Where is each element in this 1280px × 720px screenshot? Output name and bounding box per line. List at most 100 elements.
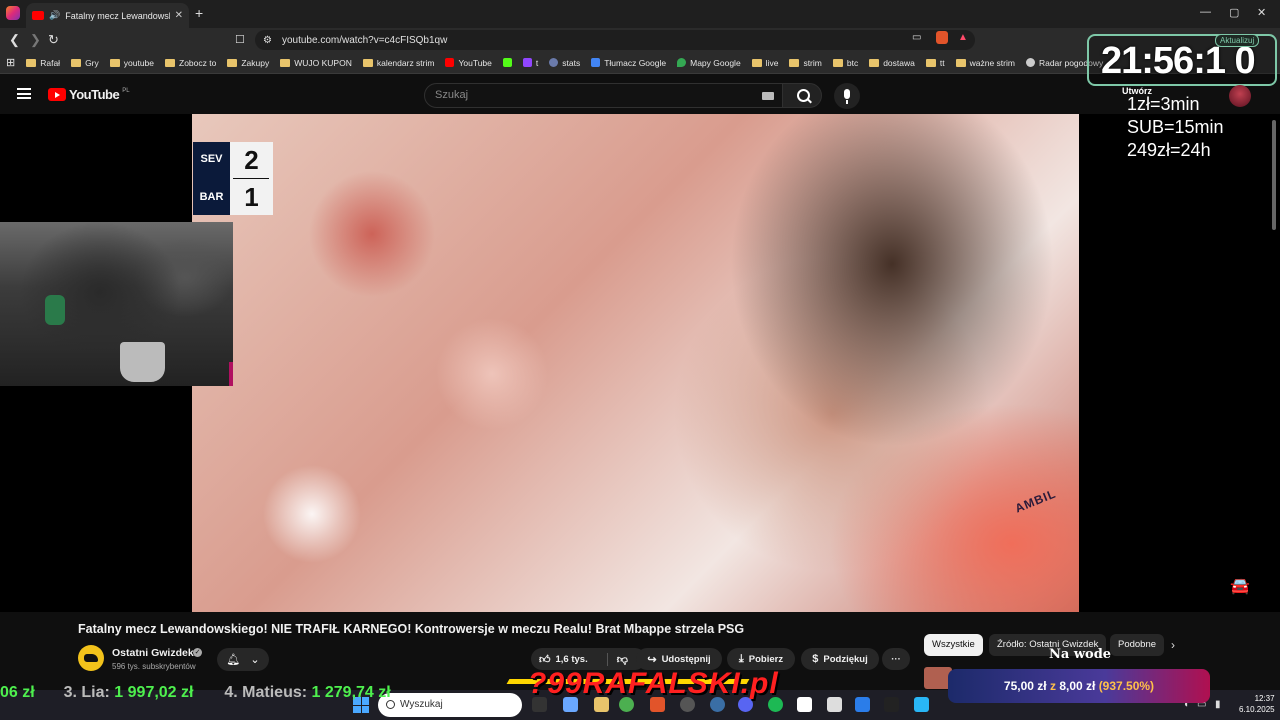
twitch-icon bbox=[522, 58, 532, 67]
site-settings-icon[interactable]: ⚙ bbox=[263, 35, 272, 46]
chip-related[interactable]: Podobne bbox=[1110, 634, 1165, 656]
rate-line: SUB=15min bbox=[1127, 117, 1224, 137]
address-bar[interactable]: ⚙ youtube.com/watch?v=c4cFISQb1qw bbox=[255, 30, 975, 50]
folder-icon bbox=[227, 58, 238, 67]
tab-title: Fatalny mecz Lewandowskiego! NIE TRAFIŁ … bbox=[65, 10, 169, 21]
ticker-value: 1 279,74 zł bbox=[311, 684, 391, 701]
folder-icon bbox=[362, 58, 373, 67]
menu-icon[interactable] bbox=[17, 88, 31, 99]
bookmark-item[interactable]: Mapy Google bbox=[677, 58, 741, 68]
bookmark-item[interactable]: Tłumacz Google bbox=[591, 58, 666, 68]
search-input[interactable]: Szukaj bbox=[424, 83, 784, 108]
brave-shield-icon[interactable] bbox=[936, 31, 948, 44]
bookmark-item[interactable] bbox=[502, 58, 512, 67]
account-avatar[interactable] bbox=[1229, 85, 1251, 107]
score-overlay: SEV BAR 2 1 bbox=[193, 142, 273, 215]
folder-icon bbox=[26, 58, 37, 67]
away-team: BAR bbox=[199, 191, 224, 203]
microphone-icon[interactable] bbox=[834, 83, 860, 109]
folder-icon bbox=[925, 58, 936, 67]
bookmark-item[interactable]: YouTube bbox=[445, 58, 492, 68]
donation-goal-bar: 75,00 zł z 8,00 zł (937.50%) bbox=[948, 669, 1210, 703]
taskbar-clock[interactable]: 12:37 6.10.2025 bbox=[1239, 693, 1275, 715]
ticker-rank: 3. bbox=[63, 684, 77, 701]
folder-icon bbox=[165, 58, 176, 67]
battery-tray-icon[interactable]: ▮ bbox=[1215, 699, 1221, 710]
rewards-icon[interactable]: ▲ bbox=[958, 32, 968, 43]
donation-amount: 75,00 zł bbox=[1003, 679, 1047, 693]
bell-icon: 🔔︎ bbox=[226, 654, 241, 666]
folder-icon bbox=[109, 58, 120, 67]
channel-name[interactable]: Ostatni Gwizdek bbox=[112, 647, 194, 659]
bookmark-item[interactable]: WUJO KUPON bbox=[280, 58, 352, 68]
bookmark-item[interactable]: Rafał bbox=[26, 58, 60, 68]
reload-icon[interactable]: ↻ bbox=[48, 32, 59, 48]
like-count[interactable]: 1,6 tys. bbox=[556, 654, 588, 665]
ticker-value: 06 zł bbox=[0, 684, 35, 701]
instagram-icon[interactable] bbox=[6, 6, 20, 20]
home-goals: 2 bbox=[244, 145, 259, 175]
bookmark-item[interactable]: youtube bbox=[109, 58, 154, 68]
app-icon[interactable] bbox=[884, 697, 899, 712]
thumbs-down-icon[interactable]: 👎︎ bbox=[606, 652, 628, 666]
radar-icon bbox=[1025, 58, 1035, 67]
bookmark-item[interactable]: t bbox=[522, 58, 538, 68]
donation-goal: 8,00 zł bbox=[1059, 679, 1096, 693]
close-window-button[interactable]: ✕ bbox=[1257, 6, 1266, 19]
channel-avatar[interactable] bbox=[78, 645, 104, 671]
update-button[interactable]: Aktualizuj bbox=[1215, 34, 1260, 47]
bookmark-page-icon[interactable]: ☐ bbox=[235, 33, 245, 46]
forward-icon[interactable]: ❯ bbox=[30, 32, 41, 48]
translate-icon bbox=[591, 58, 601, 67]
webcam-overlay bbox=[0, 222, 233, 386]
calculator-icon[interactable] bbox=[827, 697, 842, 712]
scrollbar-thumb[interactable] bbox=[1272, 120, 1276, 230]
ticker-name: Matieus: bbox=[242, 684, 308, 701]
chevron-right-icon[interactable]: › bbox=[1171, 638, 1175, 652]
thanks-icon: $ bbox=[812, 653, 819, 665]
browser-tab-active[interactable]: 🔊 Fatalny mecz Lewandowskiego! NIE TRAFI… bbox=[26, 3, 189, 28]
bookmark-item[interactable]: tt bbox=[925, 58, 945, 68]
back-icon[interactable]: ❮ bbox=[9, 32, 20, 48]
video-player[interactable]: AMBIL bbox=[192, 114, 1079, 612]
bookmark-item[interactable]: Gry bbox=[71, 58, 99, 68]
bookmark-item[interactable]: ważne strim bbox=[955, 58, 1015, 68]
notepad-icon[interactable] bbox=[914, 697, 929, 712]
subscriber-count: 596 tys. subskrybentów bbox=[112, 662, 196, 671]
more-actions-button[interactable]: ··· bbox=[882, 648, 910, 670]
minimize-button[interactable]: — bbox=[1200, 6, 1211, 18]
thanks-button[interactable]: $ Podziękuj bbox=[801, 648, 879, 670]
youtube-icon bbox=[445, 58, 455, 67]
speaker-icon[interactable]: 🔊 bbox=[49, 10, 60, 21]
new-tab-button[interactable]: + bbox=[195, 5, 203, 21]
search-button[interactable] bbox=[782, 83, 822, 108]
maps-icon bbox=[677, 58, 687, 67]
bookmark-item[interactable]: Zobocz to bbox=[165, 58, 216, 68]
bookmark-item[interactable]: stats bbox=[549, 58, 580, 68]
cast-icon[interactable]: ▭ bbox=[912, 32, 921, 43]
bookmark-item[interactable]: kalendarz strim bbox=[362, 58, 434, 68]
ticker-value: 1 997,02 zł bbox=[114, 684, 194, 701]
bookmark-item[interactable]: dostawa bbox=[869, 58, 915, 68]
close-tab-icon[interactable]: ✕ bbox=[175, 10, 183, 21]
maximize-button[interactable]: ▢ bbox=[1229, 6, 1239, 19]
thumbs-up-icon[interactable]: 👍︎ bbox=[539, 653, 551, 666]
bookmark-item[interactable]: live bbox=[751, 58, 778, 68]
notifications-button[interactable]: 🔔︎ ⌄ bbox=[217, 648, 269, 671]
bookmark-item[interactable]: Zakupy bbox=[227, 58, 269, 68]
folder-icon bbox=[955, 58, 966, 67]
youtube-logo[interactable]: YouTube PL bbox=[48, 87, 130, 102]
bookmark-item[interactable]: strim bbox=[789, 58, 822, 68]
rate-line: 249zł=24h bbox=[1127, 140, 1211, 160]
app-icon[interactable] bbox=[797, 697, 812, 712]
folder-icon bbox=[832, 58, 843, 67]
apps-icon[interactable]: ⊞ bbox=[6, 56, 15, 69]
keyboard-icon[interactable] bbox=[762, 92, 774, 100]
chip-all[interactable]: Wszystkie bbox=[924, 634, 983, 656]
folder-icon bbox=[869, 58, 880, 67]
app-icon[interactable] bbox=[855, 697, 870, 712]
folder-icon bbox=[789, 58, 800, 67]
donation-separator: z bbox=[1049, 679, 1056, 693]
donor-leaderboard-ticker: 06 zł 3. Lia: 1 997,02 zł 4. Matieus: 1 … bbox=[0, 684, 420, 706]
bookmark-item[interactable]: btc bbox=[832, 58, 858, 68]
